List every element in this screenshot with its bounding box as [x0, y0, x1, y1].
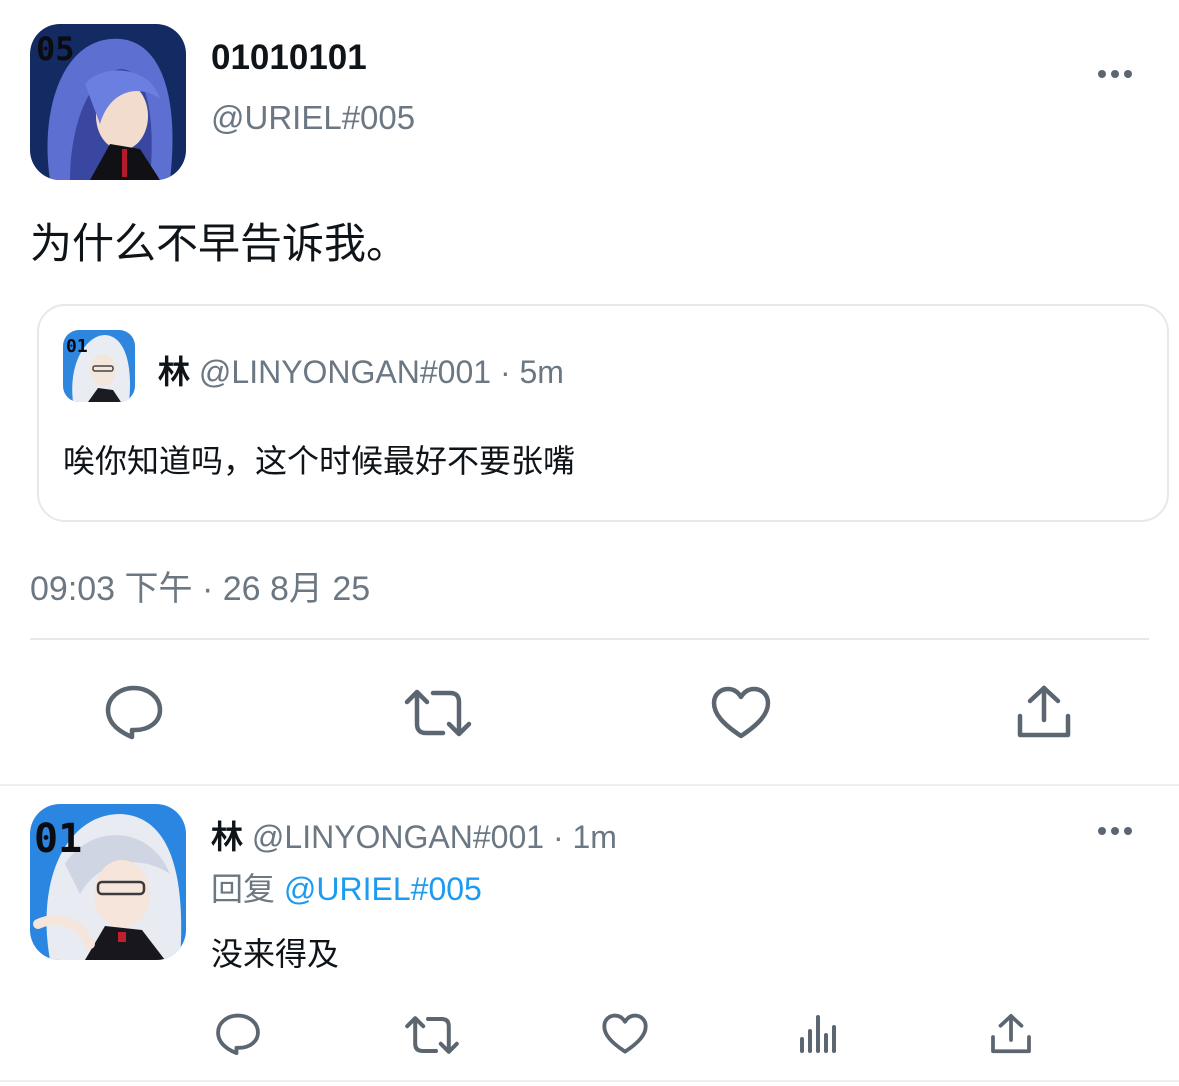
reply-handle[interactable]: @LINYONGAN#001: [252, 819, 544, 855]
replying-to-line: 回复 @URIEL#005: [211, 864, 482, 910]
quoted-tweet-meta: 林 @LINYONGAN#001 · 5m: [158, 347, 564, 393]
main-avatar[interactable]: 05: [30, 24, 186, 180]
svg-text:01: 01: [34, 816, 82, 862]
retweet-icon[interactable]: [403, 688, 473, 738]
divider: [30, 638, 1149, 640]
bottom-divider: [0, 1080, 1179, 1082]
reply-more-options-icon[interactable]: [1098, 827, 1132, 835]
quoted-handle[interactable]: @LINYONGAN#001: [199, 354, 491, 390]
reply-retweet-icon[interactable]: [404, 1015, 460, 1055]
main-display-name[interactable]: 01010101: [211, 38, 367, 78]
quoted-display-name[interactable]: 林: [158, 354, 190, 390]
more-options-icon[interactable]: [1098, 70, 1132, 78]
reply-avatar[interactable]: 01: [30, 804, 186, 960]
reply-share-icon[interactable]: [990, 1013, 1032, 1055]
svg-text:01: 01: [66, 336, 88, 357]
reply-like-icon[interactable]: [602, 1013, 648, 1055]
reply-prefix: 回复: [211, 871, 276, 907]
reply-icon[interactable]: [104, 684, 164, 740]
reply-tweet-text: 没来得及: [211, 936, 340, 972]
quoted-avatar[interactable]: 01: [63, 330, 135, 402]
like-icon[interactable]: [711, 686, 771, 740]
reply-display-name[interactable]: 林: [211, 819, 243, 855]
quoted-separator: ·: [499, 354, 511, 390]
main-tweet-text: 为什么不早告诉我。: [30, 220, 409, 267]
share-icon[interactable]: [1016, 684, 1072, 740]
svg-text:05: 05: [36, 30, 75, 68]
section-divider: [0, 784, 1179, 786]
reply-to-mention[interactable]: @URIEL#005: [284, 871, 482, 907]
views-icon[interactable]: [799, 1013, 839, 1055]
reply-separator: ·: [552, 819, 564, 855]
reply-tweet-meta: 林 @LINYONGAN#001 · 1m: [211, 812, 617, 858]
tweet-timestamp[interactable]: 09:03 下午 · 26 8月 25: [30, 561, 370, 610]
main-handle[interactable]: @URIEL#005: [211, 99, 415, 137]
quoted-tweet-card[interactable]: [37, 304, 1169, 522]
reply-time[interactable]: 1m: [573, 819, 617, 855]
quoted-tweet-text: 唉你知道吗，这个时候最好不要张嘴: [63, 443, 576, 479]
reply-reply-icon[interactable]: [215, 1012, 261, 1056]
quoted-time[interactable]: 5m: [520, 354, 564, 390]
